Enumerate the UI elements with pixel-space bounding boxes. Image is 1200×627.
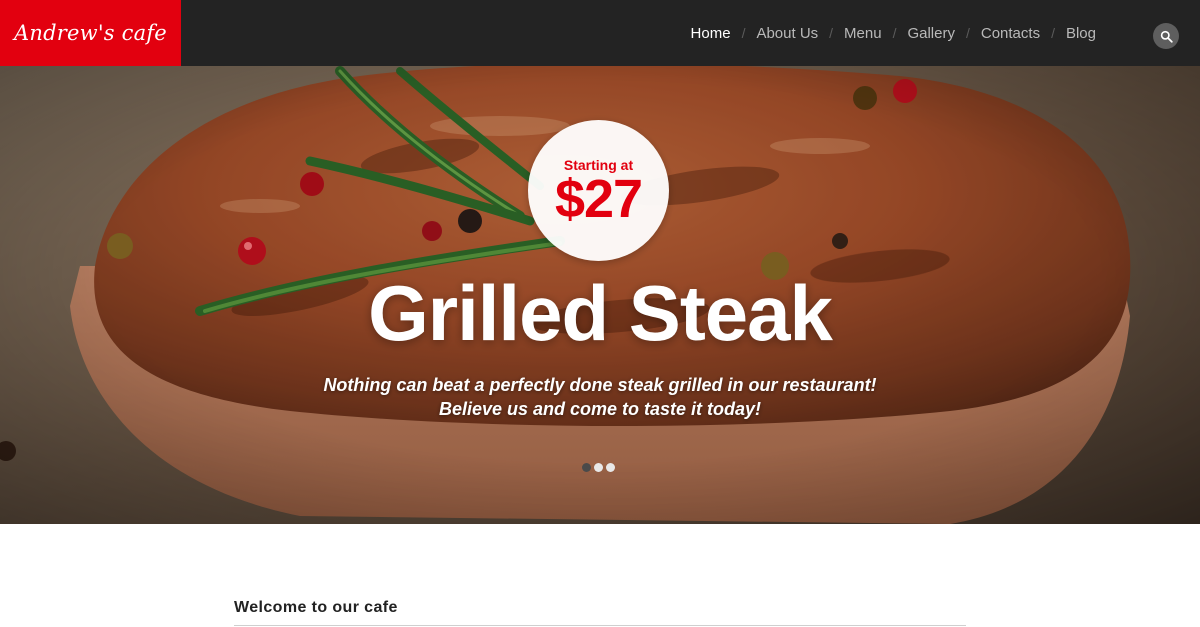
nav-separator: / <box>1051 25 1055 41</box>
search-button[interactable] <box>1153 23 1179 49</box>
welcome-heading: Welcome to our cafe <box>234 599 398 616</box>
nav-separator: / <box>741 25 746 41</box>
nav-separator: / <box>892 25 897 41</box>
logo[interactable]: Andrew's cafe <box>0 0 181 66</box>
nav-item-home[interactable]: Home <box>691 25 731 42</box>
slider-dot-1[interactable] <box>582 463 591 472</box>
nav-item-about-us[interactable]: About Us <box>756 25 818 42</box>
price-badge: Starting at $27 <box>528 120 669 261</box>
hero-title: Grilled Steak <box>368 269 833 357</box>
nav-item-contacts[interactable]: Contacts <box>981 25 1040 42</box>
slider-dot-2[interactable] <box>594 463 603 472</box>
slider-dot-3[interactable] <box>606 463 615 472</box>
nav-item-gallery[interactable]: Gallery <box>907 25 955 42</box>
search-icon <box>1160 30 1173 43</box>
site-header: Andrew's cafe Home / About Us / Menu / G… <box>0 0 1200 66</box>
nav-separator: / <box>965 25 970 41</box>
slider-pagination <box>582 463 615 472</box>
hero-subtitle: Nothing can beat a perfectly done steak … <box>323 375 877 419</box>
main-nav: Home / About Us / Menu / Gallery / Conta… <box>691 0 1096 66</box>
logo-text: Andrew's cafe <box>14 21 167 45</box>
nav-item-menu[interactable]: Menu <box>844 25 882 42</box>
nav-item-blog[interactable]: Blog <box>1066 25 1096 42</box>
hero-slider: Starting at $27 Grilled Steak Nothing ca… <box>0 66 1200 524</box>
price-badge-amount: $27 <box>554 169 643 229</box>
section-divider <box>234 625 966 626</box>
nav-separator: / <box>829 25 834 41</box>
